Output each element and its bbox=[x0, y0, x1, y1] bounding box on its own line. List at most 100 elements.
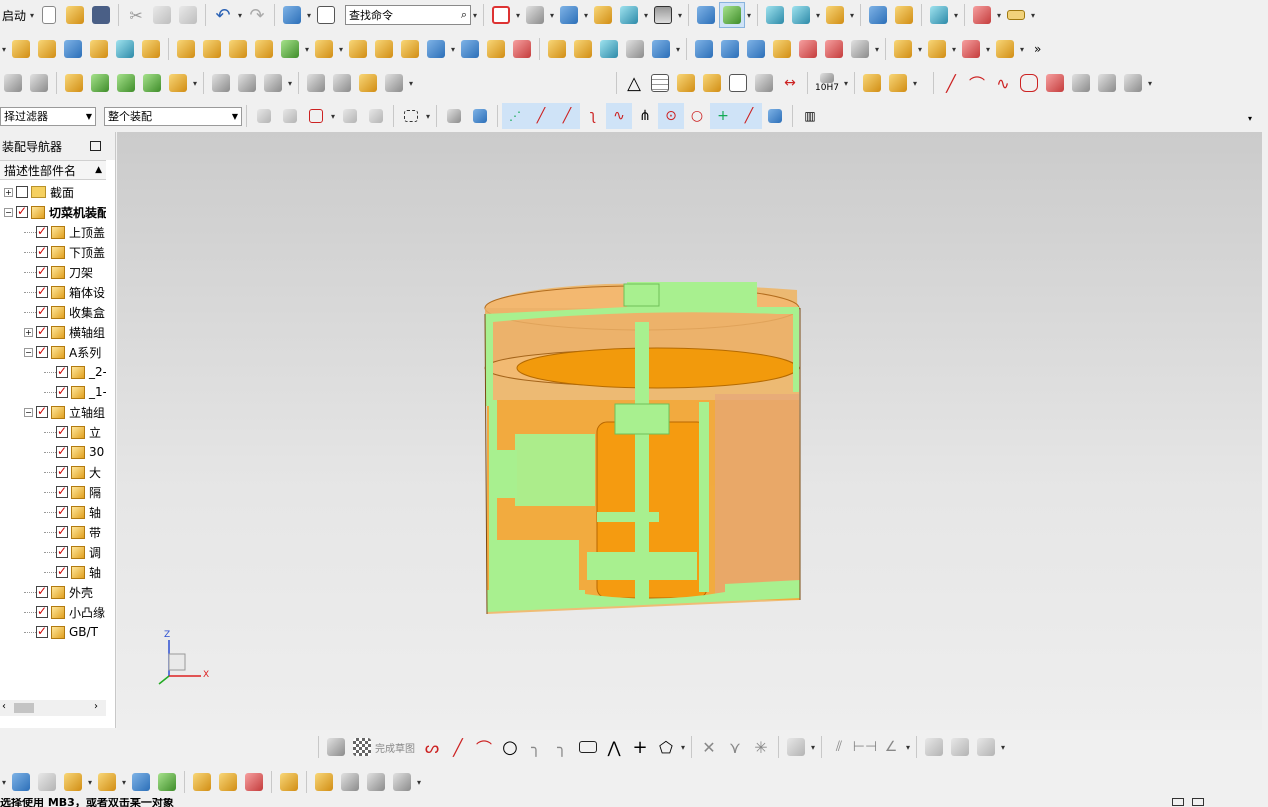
sketch-polyline-button[interactable]: ⋀ bbox=[601, 734, 627, 760]
sketch-settings-dropdown-icon[interactable]: ▾ bbox=[999, 743, 1007, 752]
sphere-button[interactable] bbox=[138, 36, 164, 62]
replace-face-button[interactable] bbox=[544, 36, 570, 62]
selection-scope-select[interactable]: 整个装配 ▼ bbox=[104, 106, 242, 126]
cylinder-button[interactable] bbox=[86, 36, 112, 62]
wcs-dropdown-icon[interactable]: ▾ bbox=[642, 11, 650, 20]
sketch-point-button[interactable]: + bbox=[627, 734, 653, 760]
geometric-constraint-button[interactable]: ⫽ bbox=[826, 734, 852, 760]
fit-view-dropdown-icon[interactable]: ▾ bbox=[514, 11, 522, 20]
visibility-checkbox[interactable] bbox=[36, 404, 48, 418]
snap-circle-button[interactable]: ○ bbox=[684, 103, 710, 129]
tree-item[interactable]: 30 bbox=[44, 442, 106, 462]
move-assembly-dropdown-icon[interactable]: ▾ bbox=[120, 778, 128, 787]
dimensional-constraint-button[interactable]: ⊢⊣ bbox=[852, 734, 878, 760]
component-pattern-button[interactable] bbox=[389, 769, 415, 795]
tree-item[interactable]: 上顶盖 bbox=[24, 222, 106, 242]
collapse-icon[interactable]: − bbox=[24, 347, 33, 357]
select-box-button[interactable] bbox=[303, 103, 329, 129]
add-assembly-button[interactable] bbox=[60, 769, 86, 795]
trim-body-button[interactable] bbox=[345, 36, 371, 62]
visibility-checkbox[interactable] bbox=[36, 304, 48, 318]
notes-button[interactable] bbox=[725, 70, 751, 96]
mirror-curve-dropdown-icon[interactable]: ▾ bbox=[1146, 79, 1154, 88]
visibility-checkbox[interactable] bbox=[36, 224, 48, 238]
angular-dimension-button[interactable]: ∠ bbox=[878, 734, 904, 760]
copy-button[interactable] bbox=[149, 2, 175, 28]
exploded-view-button[interactable] bbox=[189, 769, 215, 795]
dimension-button[interactable] bbox=[969, 2, 995, 28]
start-menu-dropdown-icon[interactable]: ▾ bbox=[28, 11, 36, 20]
offset-dropdown-icon[interactable]: ▾ bbox=[809, 743, 817, 752]
command-search-input[interactable]: 查找命令 ⌕ bbox=[345, 5, 472, 25]
curve-on-surface-button[interactable] bbox=[208, 70, 234, 96]
arc-button[interactable]: ⌒ bbox=[964, 70, 990, 96]
type-filter-select[interactable]: 择过滤器 ▼ bbox=[0, 106, 96, 126]
orient-view-button[interactable] bbox=[522, 2, 548, 28]
save-button[interactable] bbox=[88, 2, 114, 28]
feature-group-button[interactable] bbox=[992, 36, 1018, 62]
point-constructor-button[interactable] bbox=[891, 2, 917, 28]
tree-item[interactable]: 轴 bbox=[44, 562, 106, 582]
expand-icon[interactable]: + bbox=[24, 327, 33, 337]
visibility-checkbox[interactable] bbox=[56, 464, 68, 478]
rectangle-select-dropdown-icon[interactable]: ▾ bbox=[424, 112, 432, 121]
table-button[interactable] bbox=[647, 70, 673, 96]
tree-item[interactable]: 外壳 bbox=[24, 582, 106, 602]
switch-window-button[interactable] bbox=[279, 2, 305, 28]
tree-item[interactable]: 刀架 bbox=[24, 262, 106, 282]
sketch-circle-button[interactable]: ○ bbox=[497, 734, 523, 760]
spring-button[interactable] bbox=[329, 70, 355, 96]
visibility-checkbox[interactable] bbox=[36, 604, 48, 618]
section-model[interactable] bbox=[117, 132, 1262, 730]
visibility-checkbox[interactable] bbox=[56, 544, 68, 558]
attribute-button[interactable] bbox=[165, 70, 191, 96]
snap-point-button[interactable] bbox=[865, 2, 891, 28]
studio-spline-button[interactable]: ∿ bbox=[990, 70, 1016, 96]
parts-list-button[interactable] bbox=[699, 70, 725, 96]
body-select-button[interactable] bbox=[467, 103, 493, 129]
linear-dimension-button[interactable]: ↔ bbox=[777, 70, 803, 96]
visibility-checkbox[interactable] bbox=[56, 424, 68, 438]
graphics-viewport[interactable]: Z X bbox=[117, 132, 1262, 730]
bearing-button[interactable] bbox=[381, 70, 407, 96]
pattern-feature-button[interactable] bbox=[225, 36, 251, 62]
snap-on-surface-button[interactable] bbox=[762, 103, 788, 129]
draft-button[interactable] bbox=[423, 36, 449, 62]
quick-trim-button[interactable]: ✕ bbox=[696, 734, 722, 760]
more-tools-icon[interactable]: » bbox=[1034, 42, 1041, 56]
tree-item[interactable]: 调 bbox=[44, 542, 106, 562]
status-window-icon[interactable] bbox=[1172, 798, 1184, 806]
fastener-button[interactable] bbox=[113, 70, 139, 96]
link-button[interactable] bbox=[311, 769, 337, 795]
visibility-checkbox[interactable] bbox=[56, 444, 68, 458]
visibility-checkbox[interactable] bbox=[36, 584, 48, 598]
bearing-dropdown-icon[interactable]: ▾ bbox=[407, 79, 415, 88]
wave-geometry-button[interactable] bbox=[215, 769, 241, 795]
surface-button[interactable] bbox=[691, 36, 717, 62]
bridge-curve-button[interactable] bbox=[1094, 70, 1120, 96]
revolve-button[interactable] bbox=[34, 36, 60, 62]
profile-button[interactable]: ᔕ bbox=[419, 734, 445, 760]
render-style-dropdown-icon[interactable]: ▾ bbox=[582, 11, 590, 20]
information-button[interactable] bbox=[313, 2, 339, 28]
sketch-shape-button[interactable]: ⬠ bbox=[653, 734, 679, 760]
fillet-curve-button[interactable] bbox=[1016, 70, 1042, 96]
visibility-checkbox[interactable] bbox=[56, 564, 68, 578]
tree-item[interactable]: 小凸缘 bbox=[24, 602, 106, 622]
tree-item[interactable]: _1- bbox=[44, 382, 106, 402]
bridge-button[interactable] bbox=[821, 36, 847, 62]
offset-curve-dropdown-icon[interactable]: ▾ bbox=[286, 79, 294, 88]
toolbar-overflow-icon[interactable]: ▾ bbox=[1248, 114, 1252, 123]
brush-button[interactable] bbox=[751, 70, 777, 96]
wcs-button[interactable] bbox=[616, 2, 642, 28]
visibility-checkbox[interactable] bbox=[16, 204, 28, 218]
offset-face-button[interactable] bbox=[457, 36, 483, 62]
constraint-navigator-button[interactable] bbox=[26, 70, 52, 96]
assembly-navigator-button[interactable] bbox=[0, 70, 26, 96]
component-pattern-dropdown-icon[interactable]: ▾ bbox=[415, 778, 423, 787]
layer-button[interactable] bbox=[590, 2, 616, 28]
wave-link-button[interactable] bbox=[890, 36, 916, 62]
orient-view-dropdown-icon[interactable]: ▾ bbox=[548, 11, 556, 20]
tree-item[interactable]: 收集盒 bbox=[24, 302, 106, 322]
fit-view-button[interactable] bbox=[488, 2, 514, 28]
